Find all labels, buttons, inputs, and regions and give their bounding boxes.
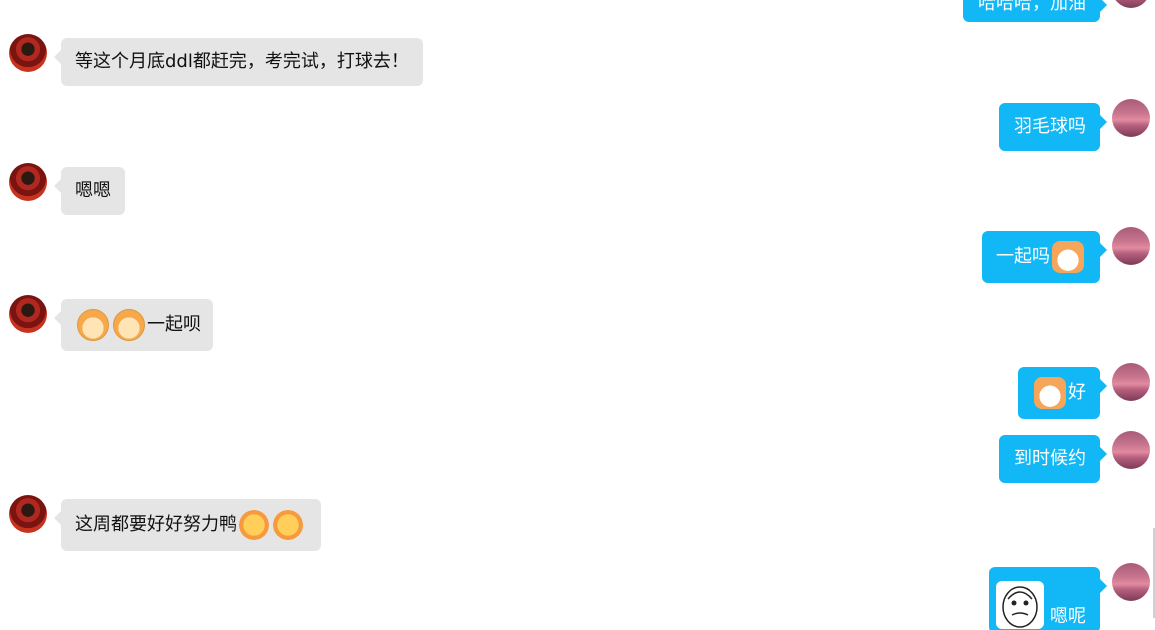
message-text: 一起呗 (147, 314, 201, 335)
message-text: 等这个月底ddl都赶完，考完试，打球去！ (75, 51, 409, 72)
avatar-self[interactable] (1112, 0, 1150, 8)
message-text: 哈哈哈，加油 (978, 0, 1086, 14)
avatar-self[interactable] (1112, 563, 1150, 601)
cat-emoji (1034, 377, 1066, 409)
message-text: 嗯呢 (1050, 606, 1086, 627)
avatar-contact[interactable] (9, 495, 47, 533)
outgoing-message[interactable]: 哈哈哈，加油 (963, 0, 1107, 22)
avatar-contact[interactable] (9, 163, 47, 201)
avatar-self[interactable] (1112, 363, 1150, 401)
message-text: 这周都要好好努力鸭 (75, 514, 237, 535)
outgoing-message[interactable]: 好 (1018, 367, 1107, 419)
avatar-self[interactable] (1112, 227, 1150, 265)
message-text: 一起吗 (996, 246, 1050, 267)
incoming-message[interactable]: 这周都要好好努力鸭 (54, 499, 321, 551)
dog-emoji (113, 309, 145, 341)
message-text: 好 (1068, 382, 1086, 403)
avatar-self[interactable] (1112, 99, 1150, 137)
outgoing-message[interactable]: 一起吗 (982, 231, 1107, 283)
avatar-contact[interactable] (9, 295, 47, 333)
incoming-message[interactable]: 一起呗 (54, 299, 213, 351)
message-text: 嗯嗯 (75, 180, 111, 201)
cartoon-face-sticker (996, 581, 1044, 629)
message-text: 到时候约 (1014, 448, 1086, 469)
avatar-self[interactable] (1112, 431, 1150, 469)
avatar-contact[interactable] (9, 34, 47, 72)
sun-emoji (273, 510, 303, 540)
message-text: 羽毛球吗 (1014, 116, 1086, 137)
sun-emoji (239, 510, 269, 540)
incoming-message[interactable]: 嗯嗯 (54, 167, 125, 215)
incoming-message[interactable]: 等这个月底ddl都赶完，考完试，打球去！ (54, 38, 423, 86)
cat-emoji (1052, 241, 1084, 273)
dog-emoji (77, 309, 109, 341)
outgoing-message[interactable]: 嗯呢 (989, 567, 1107, 630)
outgoing-message[interactable]: 羽毛球吗 (999, 103, 1107, 151)
outgoing-message[interactable]: 到时候约 (999, 435, 1107, 483)
chat-window: 哈哈哈，加油 等这个月底ddl都赶完，考完试，打球去！ 羽毛球吗 嗯嗯 一起吗 … (0, 0, 1155, 630)
